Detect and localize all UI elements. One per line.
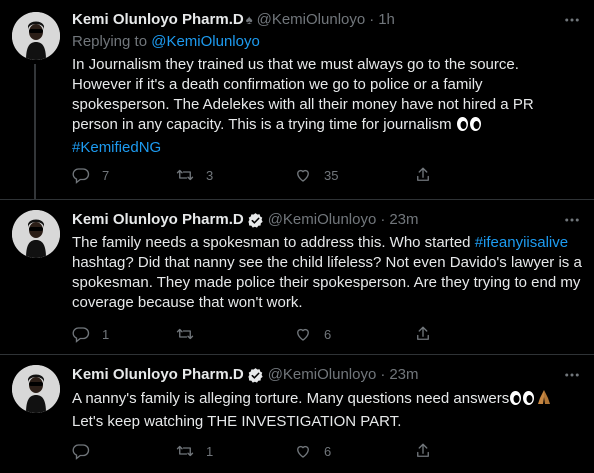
tweet-text: In Journalism they trained us that we mu… bbox=[72, 55, 582, 158]
verified-badge-icon bbox=[247, 212, 264, 229]
share-icon bbox=[414, 325, 432, 343]
like-count: 35 bbox=[324, 167, 339, 183]
retweet-button[interactable]: 3 bbox=[176, 165, 213, 185]
reply-icon bbox=[72, 166, 90, 184]
display-name[interactable]: Kemi Olunloyo Pharm.D bbox=[72, 210, 244, 230]
more-dots-icon[interactable] bbox=[562, 210, 582, 230]
replying-to: Replying to @KemiOlunloyo bbox=[72, 32, 582, 52]
verified-badge-icon bbox=[247, 367, 264, 384]
share-button[interactable] bbox=[414, 165, 432, 185]
retweet-button[interactable] bbox=[176, 324, 206, 344]
timestamp[interactable]: 1h bbox=[378, 10, 395, 30]
reply-count: 1 bbox=[102, 326, 110, 342]
user-handle[interactable]: @KemiOlunloyo bbox=[257, 10, 366, 30]
separator: · bbox=[380, 366, 386, 383]
tweet-header: Kemi Olunloyo Pharm.D @KemiOlunloyo · 23… bbox=[72, 210, 582, 230]
share-button[interactable] bbox=[414, 324, 432, 344]
like-count: 6 bbox=[324, 443, 332, 459]
praying-hands-emoji bbox=[535, 388, 553, 412]
like-button[interactable]: 6 bbox=[294, 324, 331, 344]
tweet-body-line2: Let's keep watching THE INVESTIGATION PA… bbox=[72, 413, 402, 430]
more-dots-icon[interactable] bbox=[562, 10, 582, 30]
tweet-body-line1: A nanny's family is alleging torture. Ma… bbox=[72, 390, 510, 407]
like-icon bbox=[294, 166, 312, 184]
avatar[interactable] bbox=[12, 12, 60, 60]
user-handle[interactable]: @KemiOlunloyo bbox=[268, 210, 377, 230]
tweet-header: Kemi Olunloyo Pharm.D @KemiOlunloyo · 23… bbox=[72, 365, 582, 385]
hashtag-link[interactable]: #ifeanyiisalive bbox=[475, 234, 568, 251]
replying-to-prefix: Replying to bbox=[72, 33, 152, 50]
like-button[interactable]: 6 bbox=[294, 441, 331, 461]
retweet-icon bbox=[176, 442, 194, 460]
reply-icon bbox=[72, 325, 90, 343]
avatar[interactable] bbox=[12, 210, 60, 258]
like-icon bbox=[294, 325, 312, 343]
share-button[interactable] bbox=[414, 441, 432, 461]
like-count: 6 bbox=[324, 326, 332, 342]
display-name[interactable]: Kemi Olunloyo Pharm.D bbox=[72, 365, 244, 385]
tweet[interactable]: Kemi Olunloyo Pharm.D @KemiOlunloyo · 23… bbox=[0, 355, 594, 473]
tweet[interactable]: Kemi Olunloyo Pharm.D @KemiOlunloyo · 23… bbox=[0, 200, 594, 355]
tweet-text: The family needs a spokesman to address … bbox=[72, 233, 582, 313]
more-dots-icon[interactable] bbox=[562, 365, 582, 385]
reply-button[interactable] bbox=[72, 441, 102, 461]
retweet-count: 3 bbox=[206, 167, 214, 183]
separator: · bbox=[369, 11, 375, 28]
avatar[interactable] bbox=[12, 365, 60, 413]
tweet[interactable]: Kemi Olunloyo Pharm.D ♠ @KemiOlunloyo · … bbox=[0, 0, 594, 200]
tweet-body-end: hashtag? Did that nanny see the child li… bbox=[72, 254, 582, 311]
timestamp[interactable]: 23m bbox=[389, 365, 418, 385]
tweet-body-start: The family needs a spokesman to address … bbox=[72, 234, 475, 251]
name-suffix: ♠ bbox=[245, 12, 253, 27]
tweet-text: A nanny's family is alleging torture. Ma… bbox=[72, 388, 582, 432]
replying-to-mention[interactable]: @KemiOlunloyo bbox=[151, 33, 260, 50]
tweet-header: Kemi Olunloyo Pharm.D ♠ @KemiOlunloyo · … bbox=[72, 10, 582, 30]
share-icon bbox=[414, 166, 432, 184]
user-handle[interactable]: @KemiOlunloyo bbox=[268, 365, 377, 385]
retweet-button[interactable]: 1 bbox=[176, 441, 213, 461]
display-name[interactable]: Kemi Olunloyo Pharm.D bbox=[72, 10, 244, 30]
eyes-emoji bbox=[509, 390, 535, 412]
retweet-count: 1 bbox=[206, 443, 214, 459]
eyes-emoji bbox=[456, 116, 482, 138]
share-icon bbox=[414, 442, 432, 460]
reply-icon bbox=[72, 442, 90, 460]
hashtag-link[interactable]: #KemifiedNG bbox=[72, 139, 161, 156]
retweet-icon bbox=[176, 325, 194, 343]
reply-button[interactable]: 7 bbox=[72, 165, 109, 185]
thread-connector-line bbox=[34, 64, 36, 200]
like-button[interactable]: 35 bbox=[294, 165, 338, 185]
separator: · bbox=[380, 211, 386, 228]
retweet-icon bbox=[176, 166, 194, 184]
like-icon bbox=[294, 442, 312, 460]
timestamp[interactable]: 23m bbox=[389, 210, 418, 230]
reply-button[interactable]: 1 bbox=[72, 324, 109, 344]
reply-count: 7 bbox=[102, 167, 110, 183]
